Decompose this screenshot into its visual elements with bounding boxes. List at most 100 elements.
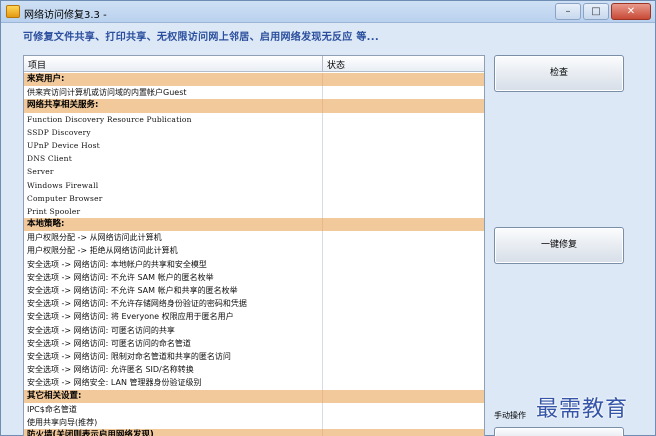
status-cell (322, 152, 323, 166)
status-cell (322, 349, 323, 364)
column-header-item[interactable]: 项目 (28, 58, 46, 71)
item-label: 安全选项 -> 网络访问: 可匿名访问的命名管道 (27, 338, 191, 348)
list-category-row[interactable]: 本地策略: (24, 218, 484, 232)
item-label: 安全选项 -> 网络访问: 可匿名访问的共享 (27, 325, 175, 335)
item-label: UPnP Device Host (27, 140, 100, 150)
item-label: IPC$命名管道 (27, 404, 77, 414)
item-label: 安全选项 -> 网络访问: 本地帐户的共享和安全模型 (27, 259, 207, 269)
list-category-row[interactable]: 防火墙(关闭则表示启用网络发现) (24, 429, 484, 436)
item-label: 使用共享向导(推荐) (27, 417, 98, 427)
watermark-logo: 最需教育 (536, 397, 629, 422)
status-cell (322, 165, 323, 179)
list-item[interactable]: DNS Client (24, 152, 484, 166)
list-item[interactable]: 使用共享向导(推荐) (24, 415, 484, 430)
list-item[interactable]: 安全选项 -> 网络访问: 本地帐户的共享和安全模型 (24, 257, 484, 271)
maximize-button[interactable]: □ (583, 3, 609, 20)
status-cell (322, 402, 323, 416)
item-label: Server (27, 167, 54, 177)
list-item[interactable]: 安全选项 -> 网络访问: 允许匿名 SID/名称转换 (24, 363, 484, 377)
status-cell (322, 376, 323, 390)
status-cell (322, 73, 323, 87)
status-cell (322, 138, 323, 153)
app-icon (6, 5, 20, 18)
list-item[interactable]: 安全选项 -> 网络访问: 将 Everyone 权限应用于匿名用户 (24, 310, 484, 324)
one-click-repair-button[interactable]: 一键修复 (494, 227, 624, 264)
item-label: Windows Firewall (27, 180, 99, 190)
status-cell (322, 112, 323, 126)
category-label: 其它相关设置: (27, 390, 82, 401)
window-controls: – □ ✕ (555, 3, 651, 20)
category-label: 防火墙(关闭则表示启用网络发现) (27, 430, 154, 436)
item-label: 供来宾访问计算机或访问域的内置帐户Guest (27, 88, 187, 98)
status-cell (322, 389, 323, 403)
status-cell (322, 99, 323, 113)
list-rows: 来宾用户: 供来宾访问计算机或访问域的内置帐户Guest 网络共享相关服务: Func… (24, 73, 484, 436)
item-label: 安全选项 -> 网络访问: 不允许 SAM 帐户和共享的匿名枚举 (27, 286, 238, 295)
list-item[interactable]: 安全选项 -> 网络访问: 不允许存储网络身份验证的密码和凭据 (24, 297, 484, 311)
category-label: 本地策略: (27, 219, 65, 230)
manual-operation-button[interactable] (494, 427, 624, 436)
list-item[interactable]: 安全选项 -> 网络访问: 不允许 SAM 帐户和共享的匿名枚举 (24, 284, 484, 298)
status-cell (322, 415, 323, 430)
feature-description: 可修复文件共享、打印共享、无权限访问网上邻居、启用网络发现无反应 等... (23, 32, 379, 43)
status-cell (322, 429, 323, 436)
category-label: 来宾用户: (27, 74, 65, 84)
minimize-button[interactable]: – (555, 3, 581, 20)
list-category-row[interactable]: 网络共享相关服务: (24, 99, 484, 113)
close-button[interactable]: ✕ (611, 3, 651, 20)
status-cell (322, 310, 323, 324)
list-item[interactable]: 安全选项 -> 网络安全: LAN 管理器身份验证级别 (24, 376, 484, 390)
list-item[interactable]: Windows Firewall (24, 178, 484, 192)
status-cell (322, 323, 323, 337)
item-label: DNS Client (27, 154, 72, 164)
status-cell (322, 86, 323, 100)
app-window: 网络访问修复3.3 - – □ ✕ 可修复文件共享、打印共享、无权限访问网上邻居… (0, 0, 656, 436)
list-item[interactable]: 安全选项 -> 网络访问: 可匿名访问的共享 (24, 323, 484, 337)
status-cell (322, 297, 323, 311)
window-title: 网络访问修复3.3 - (24, 10, 107, 21)
column-header-status[interactable]: 状态 (327, 58, 345, 71)
status-cell (322, 191, 323, 205)
list-item[interactable]: Computer Browser (24, 191, 484, 205)
item-label: Computer Browser (27, 193, 103, 203)
status-cell (322, 244, 323, 258)
list-item[interactable]: 供来宾访问计算机或访问域的内置帐户Guest (24, 86, 484, 100)
list-item[interactable]: Function Discovery Resource Publication (24, 112, 484, 126)
status-cell (322, 125, 323, 139)
status-cell (322, 231, 323, 245)
list-item[interactable]: 安全选项 -> 网络访问: 限制对命名管道和共享的匿名访问 (24, 349, 484, 364)
item-label: 安全选项 -> 网络访问: 不允许 SAM 帐户的匿名枚举 (27, 272, 214, 282)
list-item[interactable]: 安全选项 -> 网络访问: 不允许 SAM 帐户的匿名枚举 (24, 270, 484, 284)
status-cell (322, 363, 323, 377)
check-items-list[interactable]: 项目 状态 来宾用户: 供来宾访问计算机或访问域的内置帐户Guest 网络共享相关服… (23, 55, 485, 436)
list-item[interactable]: 用户权限分配 -> 从网络访问此计算机 (24, 231, 484, 245)
list-item[interactable]: Server (24, 165, 484, 179)
category-label: 网络共享相关服务: (27, 100, 99, 111)
item-label: 安全选项 -> 网络访问: 限制对命名管道和共享的匿名访问 (27, 351, 231, 361)
status-cell (322, 257, 323, 271)
list-item[interactable]: UPnP Device Host (24, 138, 484, 153)
list-item[interactable]: 用户权限分配 -> 拒绝从网络访问此计算机 (24, 244, 484, 258)
item-label: Print Spooler (27, 206, 81, 216)
status-cell (322, 204, 323, 219)
list-item[interactable]: 安全选项 -> 网络访问: 可匿名访问的命名管道 (24, 336, 484, 350)
list-item[interactable]: SSDP Discovery (24, 125, 484, 139)
item-label: Function Discovery Resource Publication (27, 114, 192, 124)
item-label: 用户权限分配 -> 拒绝从网络访问此计算机 (27, 246, 178, 256)
item-label: 安全选项 -> 网络访问: 允许匿名 SID/名称转换 (27, 365, 194, 375)
item-label: 安全选项 -> 网络访问: 不允许存储网络身份验证的密码和凭据 (27, 299, 247, 309)
column-separator[interactable] (322, 56, 323, 72)
title-bar[interactable]: 网络访问修复3.3 - – □ ✕ (1, 1, 655, 23)
status-cell (322, 178, 323, 192)
list-category-row[interactable]: 来宾用户: (24, 73, 484, 87)
check-button[interactable]: 检查 (494, 55, 624, 92)
list-item[interactable]: IPC$命名管道 (24, 402, 484, 416)
status-cell (322, 284, 323, 298)
item-label: SSDP Discovery (27, 127, 91, 137)
list-item[interactable]: Print Spooler (24, 204, 484, 219)
item-label: 用户权限分配 -> 从网络访问此计算机 (27, 233, 162, 243)
status-cell (322, 218, 323, 232)
list-category-row[interactable]: 其它相关设置: (24, 389, 484, 403)
manual-operation-label: 手动操作 (494, 411, 526, 420)
list-header: 项目 状态 (24, 56, 484, 72)
